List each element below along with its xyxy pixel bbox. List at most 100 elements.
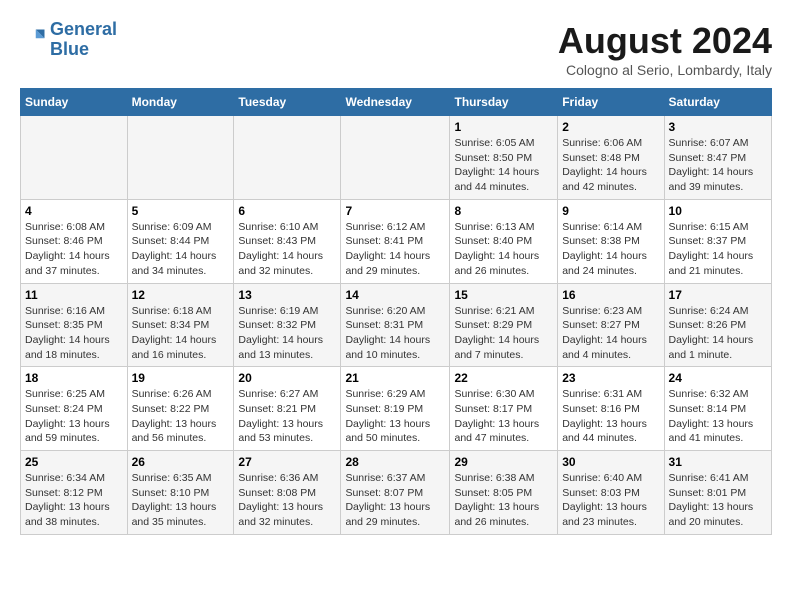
day-number: 30 bbox=[562, 455, 659, 469]
day-number: 4 bbox=[25, 204, 123, 218]
day-number: 24 bbox=[669, 371, 767, 385]
day-of-week-header: Tuesday bbox=[234, 89, 341, 116]
calendar-cell: 10 Sunrise: 6:15 AMSunset: 8:37 PMDayligh… bbox=[664, 199, 771, 283]
day-number: 14 bbox=[345, 288, 445, 302]
calendar-cell: 19 Sunrise: 6:26 AMSunset: 8:22 PMDayligh… bbox=[127, 367, 234, 451]
day-number: 28 bbox=[345, 455, 445, 469]
calendar-cell: 13 Sunrise: 6:19 AMSunset: 8:32 PMDayligh… bbox=[234, 283, 341, 367]
day-info: Sunrise: 6:24 AMSunset: 8:26 PMDaylight:… bbox=[669, 304, 767, 363]
day-info: Sunrise: 6:09 AMSunset: 8:44 PMDaylight:… bbox=[132, 220, 230, 279]
day-info: Sunrise: 6:32 AMSunset: 8:14 PMDaylight:… bbox=[669, 387, 767, 446]
calendar-cell: 15 Sunrise: 6:21 AMSunset: 8:29 PMDayligh… bbox=[450, 283, 558, 367]
day-number: 19 bbox=[132, 371, 230, 385]
calendar-cell: 14 Sunrise: 6:20 AMSunset: 8:31 PMDayligh… bbox=[341, 283, 450, 367]
day-of-week-header: Monday bbox=[127, 89, 234, 116]
day-info: Sunrise: 6:19 AMSunset: 8:32 PMDaylight:… bbox=[238, 304, 336, 363]
logo-line2: Blue bbox=[50, 39, 89, 59]
calendar-week-row: 11Sunrise: 6:16 AMSunset: 8:35 PMDayligh… bbox=[21, 283, 772, 367]
calendar-cell: 31 Sunrise: 6:41 AMSunset: 8:01 PMDayligh… bbox=[664, 451, 771, 535]
day-number: 23 bbox=[562, 371, 659, 385]
day-number: 16 bbox=[562, 288, 659, 302]
day-info: Sunrise: 6:15 AMSunset: 8:37 PMDaylight:… bbox=[669, 220, 767, 279]
calendar-header: SundayMondayTuesdayWednesdayThursdayFrid… bbox=[21, 89, 772, 116]
calendar-cell: 24 Sunrise: 6:32 AMSunset: 8:14 PMDayligh… bbox=[664, 367, 771, 451]
day-number: 3 bbox=[669, 120, 767, 134]
calendar-cell: 27Sunrise: 6:36 AMSunset: 8:08 PMDayligh… bbox=[234, 451, 341, 535]
calendar-cell: 7Sunrise: 6:12 AMSunset: 8:41 PMDaylight… bbox=[341, 199, 450, 283]
day-number: 15 bbox=[454, 288, 553, 302]
day-info: Sunrise: 6:10 AMSunset: 8:43 PMDaylight:… bbox=[238, 220, 336, 279]
day-number: 20 bbox=[238, 371, 336, 385]
calendar-cell: 25 Sunrise: 6:34 AMSunset: 8:12 PMDayligh… bbox=[21, 451, 128, 535]
location-text: Cologno al Serio, Lombardy, Italy bbox=[558, 62, 772, 78]
day-info: Sunrise: 6:13 AMSunset: 8:40 PMDaylight:… bbox=[454, 220, 553, 279]
day-number: 25 bbox=[25, 455, 123, 469]
calendar-cell bbox=[341, 116, 450, 200]
calendar-cell: 22 Sunrise: 6:30 AMSunset: 8:17 PMDayligh… bbox=[450, 367, 558, 451]
calendar-week-row: 4Sunrise: 6:08 AMSunset: 8:46 PMDaylight… bbox=[21, 199, 772, 283]
day-info: Sunrise: 6:21 AMSunset: 8:29 PMDaylight:… bbox=[454, 304, 553, 363]
calendar-cell: 16Sunrise: 6:23 AMSunset: 8:27 PMDayligh… bbox=[558, 283, 664, 367]
day-number: 18 bbox=[25, 371, 123, 385]
day-info: Sunrise: 6:34 AMSunset: 8:12 PMDaylight:… bbox=[25, 471, 123, 530]
calendar-cell: 2Sunrise: 6:06 AMSunset: 8:48 PMDaylight… bbox=[558, 116, 664, 200]
day-info: Sunrise: 6:18 AMSunset: 8:34 PMDaylight:… bbox=[132, 304, 230, 363]
day-number: 22 bbox=[454, 371, 553, 385]
day-number: 10 bbox=[669, 204, 767, 218]
logo-line1: General bbox=[50, 19, 117, 39]
day-info: Sunrise: 6:20 AMSunset: 8:31 PMDaylight:… bbox=[345, 304, 445, 363]
calendar-cell: 20 Sunrise: 6:27 AMSunset: 8:21 PMDayligh… bbox=[234, 367, 341, 451]
day-number: 5 bbox=[132, 204, 230, 218]
day-info: Sunrise: 6:05 AMSunset: 8:50 PMDaylight:… bbox=[454, 136, 553, 195]
day-number: 1 bbox=[454, 120, 553, 134]
day-info: Sunrise: 6:40 AMSunset: 8:03 PMDaylight:… bbox=[562, 471, 659, 530]
calendar-cell: 30 Sunrise: 6:40 AMSunset: 8:03 PMDayligh… bbox=[558, 451, 664, 535]
logo: General Blue bbox=[20, 20, 117, 60]
calendar-cell bbox=[21, 116, 128, 200]
day-number: 17 bbox=[669, 288, 767, 302]
calendar-cell: 17 Sunrise: 6:24 AMSunset: 8:26 PMDayligh… bbox=[664, 283, 771, 367]
day-info: Sunrise: 6:31 AMSunset: 8:16 PMDaylight:… bbox=[562, 387, 659, 446]
calendar-cell: 12Sunrise: 6:18 AMSunset: 8:34 PMDayligh… bbox=[127, 283, 234, 367]
header-row: SundayMondayTuesdayWednesdayThursdayFrid… bbox=[21, 89, 772, 116]
logo-text: General Blue bbox=[50, 20, 117, 60]
calendar-cell bbox=[234, 116, 341, 200]
calendar-week-row: 25 Sunrise: 6:34 AMSunset: 8:12 PMDayligh… bbox=[21, 451, 772, 535]
day-info: Sunrise: 6:07 AMSunset: 8:47 PMDaylight:… bbox=[669, 136, 767, 195]
day-info: Sunrise: 6:38 AMSunset: 8:05 PMDaylight:… bbox=[454, 471, 553, 530]
day-of-week-header: Wednesday bbox=[341, 89, 450, 116]
day-info: Sunrise: 6:35 AMSunset: 8:10 PMDaylight:… bbox=[132, 471, 230, 530]
day-of-week-header: Friday bbox=[558, 89, 664, 116]
logo-icon bbox=[20, 26, 48, 54]
day-info: Sunrise: 6:27 AMSunset: 8:21 PMDaylight:… bbox=[238, 387, 336, 446]
day-info: Sunrise: 6:41 AMSunset: 8:01 PMDaylight:… bbox=[669, 471, 767, 530]
calendar-cell: 29 Sunrise: 6:38 AMSunset: 8:05 PMDayligh… bbox=[450, 451, 558, 535]
day-of-week-header: Thursday bbox=[450, 89, 558, 116]
day-info: Sunrise: 6:30 AMSunset: 8:17 PMDaylight:… bbox=[454, 387, 553, 446]
day-info: Sunrise: 6:37 AMSunset: 8:07 PMDaylight:… bbox=[345, 471, 445, 530]
day-number: 31 bbox=[669, 455, 767, 469]
day-info: Sunrise: 6:26 AMSunset: 8:22 PMDaylight:… bbox=[132, 387, 230, 446]
calendar-cell: 18 Sunrise: 6:25 AMSunset: 8:24 PMDayligh… bbox=[21, 367, 128, 451]
calendar-week-row: 18 Sunrise: 6:25 AMSunset: 8:24 PMDayligh… bbox=[21, 367, 772, 451]
calendar-body: 1 Sunrise: 6:05 AMSunset: 8:50 PMDaylight… bbox=[21, 116, 772, 535]
calendar-cell: 5 Sunrise: 6:09 AMSunset: 8:44 PMDaylight… bbox=[127, 199, 234, 283]
calendar-table: SundayMondayTuesdayWednesdayThursdayFrid… bbox=[20, 88, 772, 535]
page-header: General Blue August 2024 Cologno al Seri… bbox=[20, 20, 772, 78]
title-area: August 2024 Cologno al Serio, Lombardy, … bbox=[558, 20, 772, 78]
calendar-cell: 11Sunrise: 6:16 AMSunset: 8:35 PMDayligh… bbox=[21, 283, 128, 367]
calendar-cell: 9Sunrise: 6:14 AMSunset: 8:38 PMDaylight… bbox=[558, 199, 664, 283]
day-info: Sunrise: 6:25 AMSunset: 8:24 PMDaylight:… bbox=[25, 387, 123, 446]
calendar-cell bbox=[127, 116, 234, 200]
day-info: Sunrise: 6:16 AMSunset: 8:35 PMDaylight:… bbox=[25, 304, 123, 363]
day-number: 29 bbox=[454, 455, 553, 469]
day-number: 6 bbox=[238, 204, 336, 218]
day-number: 27 bbox=[238, 455, 336, 469]
calendar-cell: 4Sunrise: 6:08 AMSunset: 8:46 PMDaylight… bbox=[21, 199, 128, 283]
calendar-cell: 8Sunrise: 6:13 AMSunset: 8:40 PMDaylight… bbox=[450, 199, 558, 283]
day-number: 21 bbox=[345, 371, 445, 385]
calendar-cell: 21Sunrise: 6:29 AMSunset: 8:19 PMDayligh… bbox=[341, 367, 450, 451]
day-number: 13 bbox=[238, 288, 336, 302]
day-info: Sunrise: 6:06 AMSunset: 8:48 PMDaylight:… bbox=[562, 136, 659, 195]
day-of-week-header: Sunday bbox=[21, 89, 128, 116]
